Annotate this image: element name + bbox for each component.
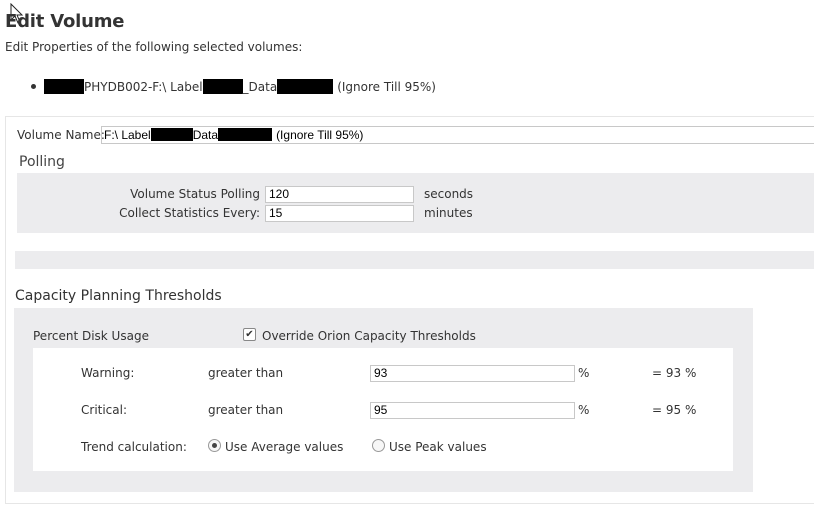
radio-peak-label[interactable]: Use Peak values	[389, 440, 487, 454]
redaction-box	[44, 79, 84, 94]
collect-statistics-unit: minutes	[424, 206, 473, 220]
selected-volume-text-2: _Data	[242, 80, 278, 94]
critical-result: = 95 %	[652, 403, 697, 417]
warning-result: = 93 %	[652, 366, 697, 380]
polling-heading: Polling	[19, 154, 65, 170]
critical-unit: %	[578, 403, 590, 417]
volume-name-input[interactable]: F:\ Label Data (Ignore Till 95%)	[101, 126, 814, 144]
radio-average[interactable]	[208, 439, 221, 452]
redaction-box	[150, 128, 193, 141]
volume-status-polling-unit: seconds	[424, 187, 474, 201]
percent-disk-usage-label: Percent Disk Usage	[33, 329, 149, 343]
trend-calculation-label: Trend calculation:	[81, 440, 187, 454]
critical-label: Critical:	[81, 403, 128, 417]
redaction-box	[218, 128, 273, 141]
section-separator-bar	[15, 251, 814, 269]
volume-name-text-3: (Ignore Till 95%)	[276, 128, 364, 142]
warning-unit: %	[578, 366, 590, 380]
redaction-box	[277, 79, 334, 94]
volume-name-label: Volume Name:	[17, 128, 105, 142]
volume-status-polling-input[interactable]: 120	[265, 186, 414, 203]
override-thresholds-label[interactable]: Override Orion Capacity Thresholds	[262, 329, 476, 343]
page-title: Edit Volume	[5, 11, 125, 32]
capacity-heading: Capacity Planning Thresholds	[15, 288, 222, 304]
warning-operator: greater than	[208, 366, 284, 380]
redaction-box	[202, 79, 243, 94]
collect-statistics-label: Collect Statistics Every:	[119, 206, 260, 220]
critical-operator: greater than	[208, 403, 284, 417]
warning-label: Warning:	[81, 366, 135, 380]
selected-volume-text-1: PHYDB002-F:\ Label	[84, 80, 203, 94]
critical-threshold-input[interactable]: 95	[370, 402, 575, 419]
override-checkbox[interactable]: ✔	[243, 328, 256, 341]
volume-status-polling-label: Volume Status Polling	[130, 187, 260, 201]
volume-name-text-1: F:\ Label	[104, 128, 151, 142]
bullet-dot	[31, 84, 36, 89]
page-subtitle: Edit Properties of the following selecte…	[5, 40, 303, 54]
selected-volume-item: PHYDB002-F:\ Label _Data (Ignore Till 95%)	[31, 79, 436, 94]
radio-average-label[interactable]: Use Average values	[225, 440, 343, 454]
radio-peak[interactable]	[372, 439, 385, 452]
checkbox-checked-icon: ✔	[245, 329, 254, 340]
collect-statistics-input[interactable]: 15	[265, 205, 414, 222]
selected-volume-text-3: (Ignore Till 95%)	[337, 80, 436, 94]
polling-panel	[17, 173, 814, 233]
warning-threshold-input[interactable]: 93	[370, 365, 575, 382]
volume-name-text-2: Data	[192, 128, 219, 142]
